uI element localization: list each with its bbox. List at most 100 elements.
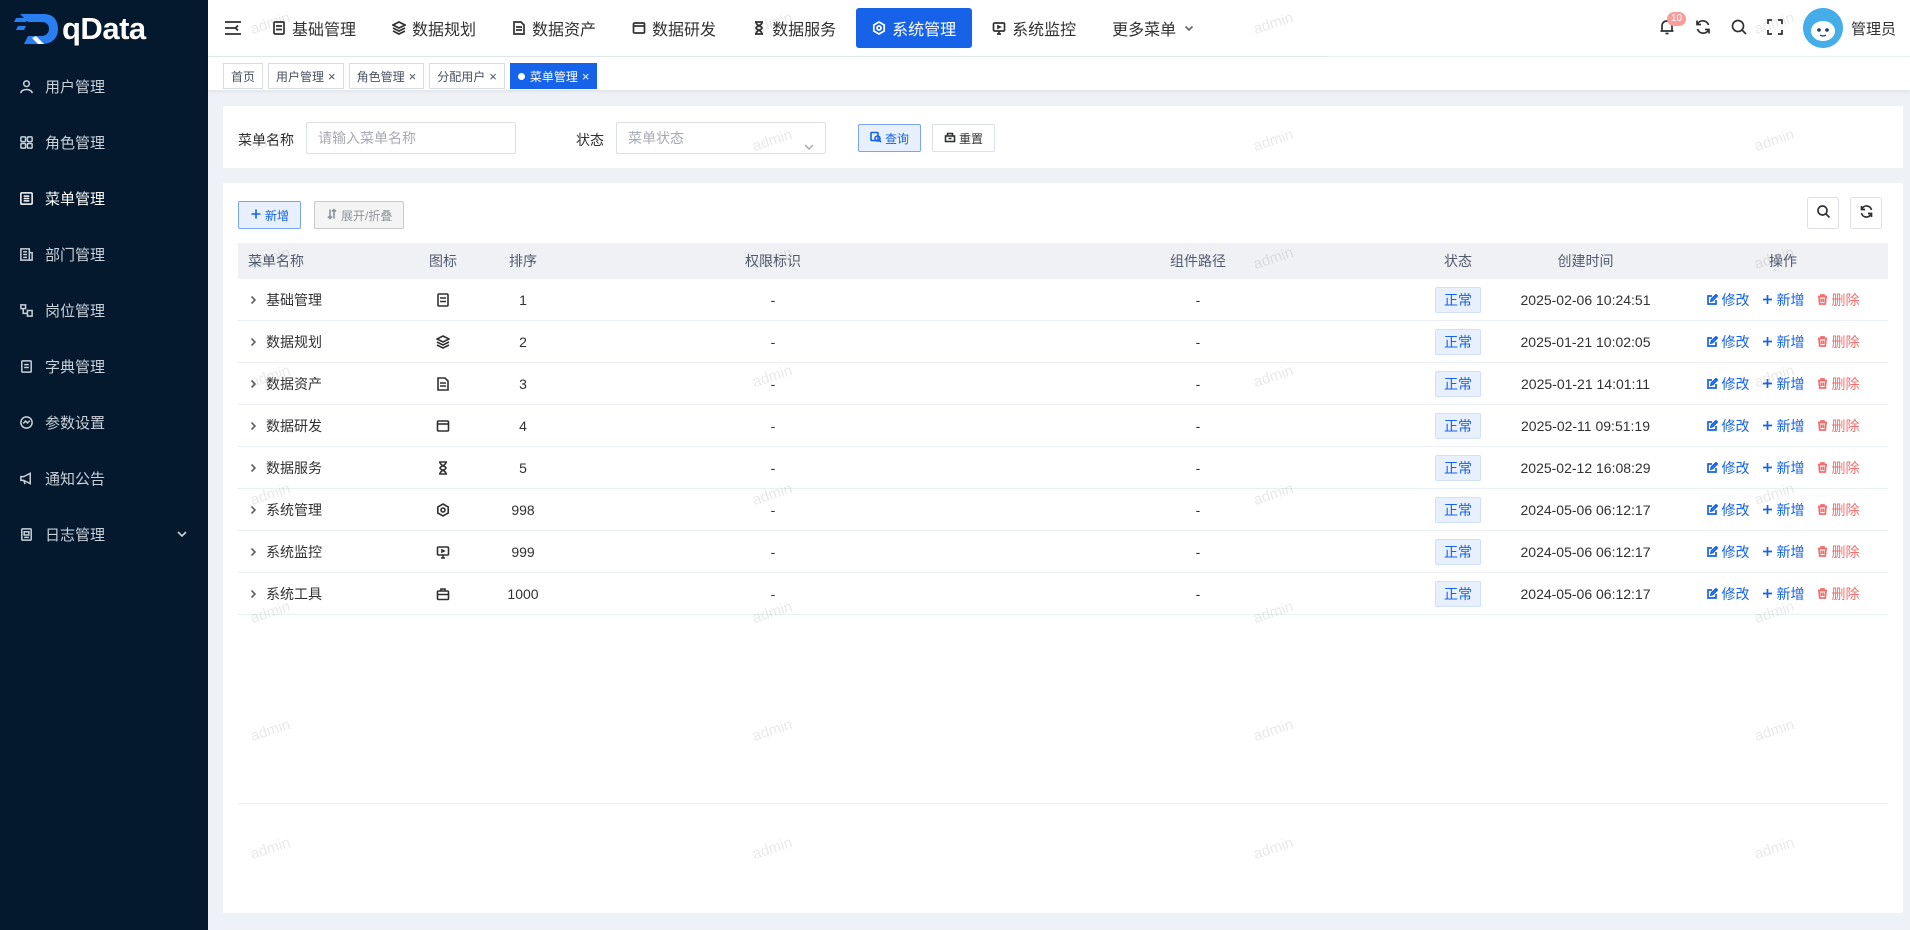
close-icon[interactable]: × (409, 69, 417, 84)
sidebar-item-log[interactable]: 日志管理 (0, 506, 208, 562)
sidebar-item-post[interactable]: 岗位管理 (0, 282, 208, 338)
query-button[interactable]: 查询 (858, 124, 922, 152)
tag-user[interactable]: 用户管理 × (268, 63, 344, 89)
add-child-button[interactable]: 新增 (1762, 584, 1805, 604)
expand-collapse-button[interactable]: 展开/折叠 (314, 201, 405, 229)
search-panel: 菜单名称 请输入菜单名称 状态 菜单状态 查询 重置 (223, 106, 1903, 168)
topnav-service[interactable]: 数据服务 (736, 8, 852, 48)
add-child-button[interactable]: 新增 (1762, 290, 1805, 310)
delete-button[interactable]: 删除 (1817, 332, 1860, 352)
cell-path: - (1195, 585, 1201, 602)
sidebar-item-dept[interactable]: 部门管理 (0, 226, 208, 282)
table-row: 系统监控 999 - - 正常 2024-05-06 06:12:17 修改 新增 删除 (238, 531, 1888, 573)
menu-name-label: 菜单名称 (238, 132, 294, 148)
delete-button[interactable]: 删除 (1817, 584, 1860, 604)
topnav-dev[interactable]: 数据研发 (616, 8, 732, 48)
delete-button[interactable]: 删除 (1817, 374, 1860, 394)
tag-home[interactable]: 首页 (223, 63, 264, 89)
chevron-right-icon[interactable] (248, 547, 258, 557)
cell-order: 2 (519, 333, 527, 350)
status-select[interactable]: 菜单状态 (616, 122, 826, 154)
sidebar: qData 用户管理 角色管理 菜单管理 部门管理 岗位管理 字典管理 参数设置… (0, 0, 208, 930)
topnav-basic[interactable]: 基础管理 (256, 8, 372, 48)
delete-button[interactable]: 删除 (1817, 416, 1860, 436)
chevron-right-icon[interactable] (248, 337, 258, 347)
sidebar-item-dict[interactable]: 字典管理 (0, 338, 208, 394)
edit-icon (1706, 588, 1718, 599)
topnav-monitor[interactable]: 系统监控 (976, 8, 1092, 48)
cell-ops: 修改 新增 删除 (1678, 374, 1888, 394)
fullscreen-button[interactable] (1757, 10, 1793, 46)
sidebar-item-label: 通知公告 (45, 470, 106, 488)
sidebar-item-label: 字典管理 (45, 358, 106, 376)
hamburger-icon[interactable] (224, 20, 242, 36)
tag-menu[interactable]: 菜单管理 × (509, 63, 598, 89)
logo[interactable]: qData (0, 0, 208, 58)
close-icon[interactable]: × (582, 69, 590, 84)
topnav-label: 数据服务 (772, 22, 837, 39)
tag-label: 分配用户 (437, 69, 486, 84)
menu-name: 基础管理 (266, 291, 322, 308)
cell-created: 2024-05-06 06:12:17 (1520, 501, 1651, 518)
edit-button[interactable]: 修改 (1706, 374, 1750, 394)
sidebar-item-notice[interactable]: 通知公告 (0, 450, 208, 506)
delete-button[interactable]: 删除 (1817, 290, 1860, 310)
edit-button[interactable]: 修改 (1706, 416, 1750, 436)
username[interactable]: 管理员 (1851, 18, 1896, 39)
sidebar-item-label: 日志管理 (45, 526, 106, 544)
chevron-right-icon[interactable] (248, 589, 258, 599)
search-button[interactable] (1721, 10, 1757, 46)
chevron-right-icon[interactable] (248, 379, 258, 389)
chevron-right-icon[interactable] (248, 463, 258, 473)
topnav-planning[interactable]: 数据规划 (376, 8, 492, 48)
topnav-system[interactable]: 系统管理 (856, 8, 973, 48)
tag-assign-user[interactable]: 分配用户 × (429, 63, 505, 89)
server-icon (272, 21, 286, 35)
add-child-button[interactable]: 新增 (1762, 500, 1805, 520)
add-button[interactable]: 新增 (238, 201, 302, 229)
sidebar-item-role[interactable]: 角色管理 (0, 114, 208, 170)
tag-role[interactable]: 角色管理 × (348, 63, 425, 89)
refresh-table-button[interactable] (1850, 197, 1882, 229)
avatar[interactable] (1802, 8, 1843, 48)
topnav-more[interactable]: 更多菜单 (1096, 8, 1210, 48)
edit-button[interactable]: 修改 (1706, 332, 1750, 352)
edit-button[interactable]: 修改 (1706, 500, 1750, 520)
add-child-button[interactable]: 新增 (1762, 542, 1805, 562)
topnav-assets[interactable]: 数据资产 (496, 8, 612, 48)
plus-icon (1762, 295, 1772, 304)
delete-button[interactable]: 删除 (1817, 542, 1860, 562)
sidebar-item-params[interactable]: 参数设置 (0, 394, 208, 450)
reset-button[interactable]: 重置 (932, 124, 996, 152)
cell-created: 2025-02-06 10:24:51 (1520, 291, 1651, 308)
tag-label: 角色管理 (356, 69, 405, 84)
add-child-button[interactable]: 新增 (1762, 416, 1805, 436)
add-child-button[interactable]: 新增 (1762, 374, 1805, 394)
add-button-label: 新增 (265, 208, 290, 223)
delete-button[interactable]: 删除 (1817, 500, 1860, 520)
edit-button[interactable]: 修改 (1706, 458, 1750, 478)
notification-button[interactable]: 10 (1649, 10, 1687, 46)
menu-name-input[interactable]: 请输入菜单名称 (306, 122, 516, 154)
chevron-right-icon[interactable] (248, 421, 258, 431)
delete-label: 删除 (1831, 333, 1860, 350)
toggle-search-button[interactable] (1807, 197, 1839, 229)
add-child-button[interactable]: 新增 (1762, 458, 1805, 478)
th-path: 组件路径 (1170, 253, 1226, 269)
chevron-right-icon[interactable] (248, 295, 258, 305)
close-icon[interactable]: × (489, 69, 497, 84)
menu-table: 菜单名称 图标 排序 权限标识 组件路径 状态 创建时间 操作 基础管理 1 - - 正… (238, 243, 1888, 615)
megaphone-icon (18, 470, 34, 486)
edit-button[interactable]: 修改 (1706, 542, 1750, 562)
close-icon[interactable]: × (328, 69, 336, 84)
sidebar-item-menu[interactable]: 菜单管理 (0, 170, 208, 226)
refresh-button[interactable] (1685, 10, 1721, 46)
sidebar-item-user[interactable]: 用户管理 (0, 58, 208, 114)
post-icon (18, 302, 34, 318)
edit-button[interactable]: 修改 (1706, 290, 1750, 310)
edit-button[interactable]: 修改 (1706, 584, 1750, 604)
server-icon (413, 292, 473, 307)
delete-button[interactable]: 删除 (1817, 458, 1860, 478)
add-child-button[interactable]: 新增 (1762, 332, 1805, 352)
chevron-right-icon[interactable] (248, 505, 258, 515)
